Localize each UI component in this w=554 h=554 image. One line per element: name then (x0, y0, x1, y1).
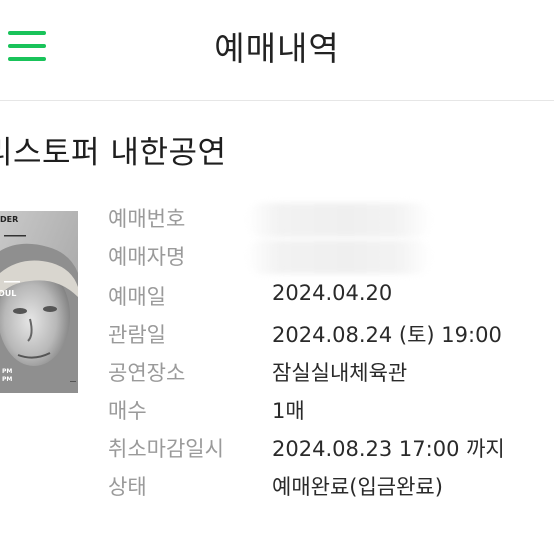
status-value: 예매완료(입금완료) (272, 475, 443, 499)
detail-row-ticket-count: 매수 1매 (0, 395, 554, 433)
detail-label: 취소마감일시 (108, 437, 224, 461)
detail-row-booking-number: 예매번호 (0, 203, 554, 241)
detail-row-cancel-deadline: 취소마감일시 2024.08.23 17:00 까지 (0, 433, 554, 471)
detail-row-venue: 공연장소 잠실실내체육관 (0, 357, 554, 395)
detail-row-show-date: 관람일 2024.08.24 (토) 19:00 (0, 319, 554, 357)
detail-label: 예매자명 (108, 245, 186, 269)
detail-label: 관람일 (108, 323, 166, 347)
detail-row-booking-date: 예매일 2024.04.20 (0, 281, 554, 319)
detail-label: 상태 (108, 475, 147, 499)
detail-value: 2024.04.20 (272, 281, 393, 305)
detail-label: 예매일 (108, 285, 166, 309)
detail-value: 2024.08.23 17:00 까지 (272, 437, 505, 461)
page-title: 예매내역 (214, 29, 340, 68)
detail-row-status: 상태 예매완료(입금완료) (0, 471, 554, 509)
show-title: 리스토퍼 내한공연 (0, 135, 227, 171)
detail-label: 예매번호 (108, 207, 186, 231)
detail-value: 2024.08.24 (토) 19:00 (272, 323, 502, 347)
detail-label: 공연장소 (108, 361, 186, 385)
app-header: 예매내역 (0, 0, 554, 101)
detail-value: 잠실실내체육관 (272, 361, 408, 385)
detail-label: 매수 (108, 399, 147, 423)
detail-value: 1매 (272, 399, 305, 423)
detail-row-booker-name: 예매자명 (0, 241, 554, 279)
